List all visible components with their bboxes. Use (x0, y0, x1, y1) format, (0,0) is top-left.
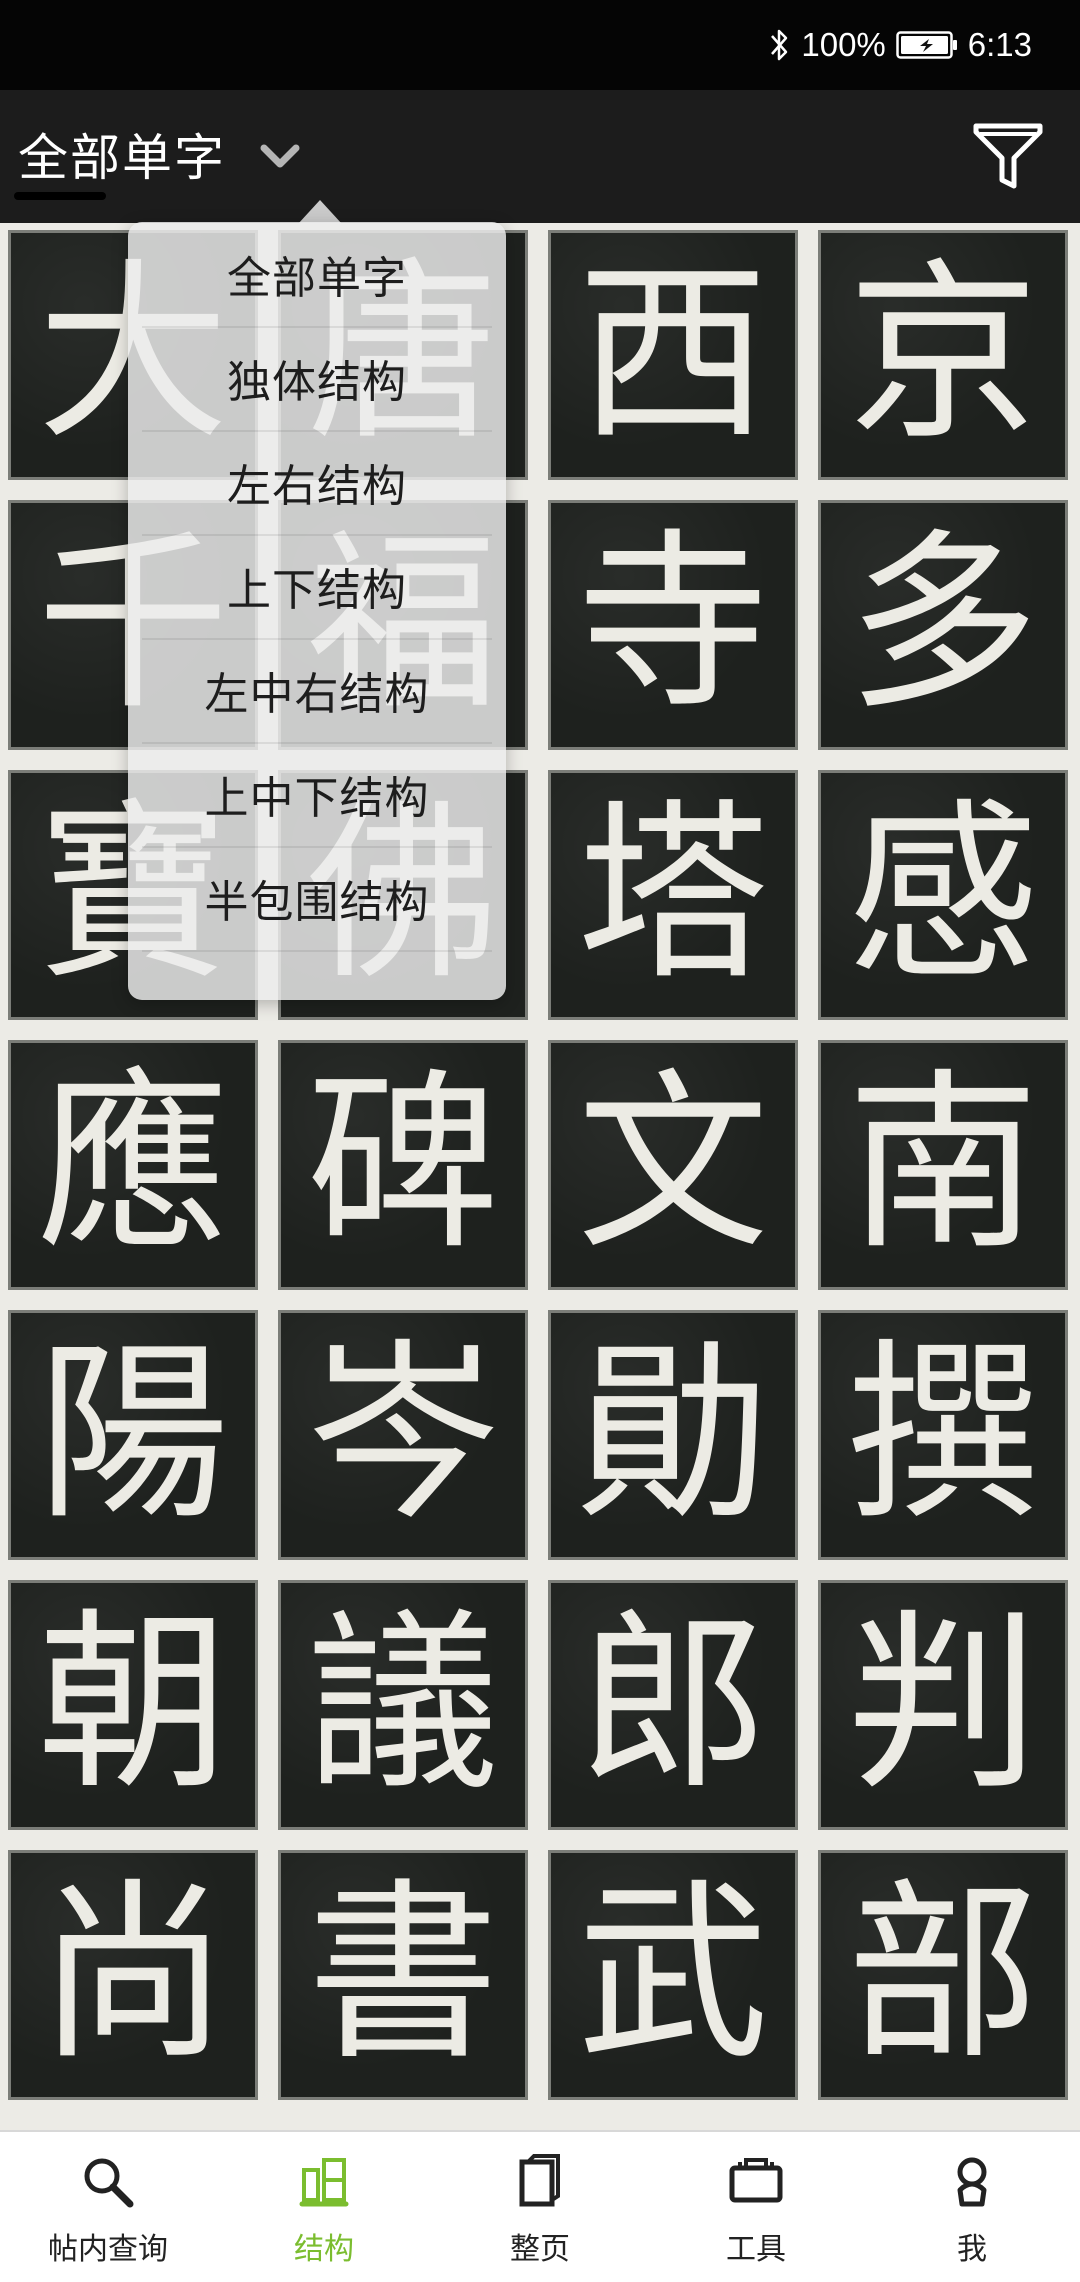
nav-item-search[interactable]: 帖内查询 (0, 2132, 216, 2282)
chevron-down-icon[interactable] (258, 134, 302, 178)
character-tile[interactable]: 多 (818, 500, 1068, 750)
clock: 6:13 (967, 26, 1032, 63)
nav-item-tools[interactable]: 工具 (648, 2132, 864, 2282)
character-tile[interactable]: 南 (818, 1040, 1068, 1290)
toolbox-icon (729, 2158, 783, 2203)
character-tile[interactable]: 朝 (8, 1580, 258, 1830)
character-tile[interactable]: 寺 (548, 500, 798, 750)
menu-divider (142, 950, 492, 952)
character-tile[interactable]: 京 (818, 230, 1068, 480)
structure-icon (299, 2158, 349, 2207)
battery-percent: 100% (801, 26, 886, 63)
dropdown-item[interactable]: 半包围结构 (142, 846, 492, 950)
status-bar: 100% 6:13 (0, 0, 1080, 90)
nav-label-search: 帖内查询 (48, 2232, 168, 2267)
nav-label-structure: 结构 (294, 2232, 354, 2267)
character-tile[interactable]: 尚 (8, 1850, 258, 2100)
page-title[interactable]: 全部单字 (18, 118, 226, 190)
character-tile[interactable]: 撰 (818, 1310, 1068, 1560)
battery-charging-icon (896, 31, 957, 59)
structure-dropdown: 全部单字 独体结构 左右结构 上下结构 左中右结构 上中下结构 半包围结构 (128, 222, 506, 1000)
dropdown-arrow (298, 200, 342, 224)
character-tile[interactable]: 感 (818, 770, 1068, 1020)
top-bar: 全部单字 (0, 90, 1080, 223)
dropdown-item[interactable]: 左中右结构 (142, 638, 492, 742)
dropdown-item[interactable]: 上中下结构 (142, 742, 492, 846)
character-tile[interactable]: 郎 (548, 1580, 798, 1830)
nav-label-me: 我 (957, 2232, 987, 2267)
search-icon (84, 2158, 134, 2208)
character-tile[interactable]: 勛 (548, 1310, 798, 1560)
character-tile[interactable]: 岑 (278, 1310, 528, 1560)
character-tile[interactable]: 議 (278, 1580, 528, 1830)
nav-label-tools: 工具 (726, 2232, 786, 2267)
character-tile[interactable]: 武 (548, 1850, 798, 2100)
bluetooth-icon (771, 29, 788, 61)
character-tile[interactable]: 判 (818, 1580, 1068, 1830)
character-tile[interactable]: 塔 (548, 770, 798, 1020)
page-icon (519, 2154, 560, 2207)
dropdown-item[interactable]: 独体结构 (142, 326, 492, 430)
dropdown-item[interactable]: 上下结构 (142, 534, 492, 638)
nav-label-page: 整页 (510, 2232, 570, 2267)
title-underline (14, 192, 106, 200)
dropdown-item[interactable]: 左右结构 (142, 430, 492, 534)
character-tile[interactable]: 陽 (8, 1310, 258, 1560)
character-tile[interactable]: 應 (8, 1040, 258, 1290)
character-tile[interactable]: 文 (548, 1040, 798, 1290)
nav-item-me[interactable]: 我 (864, 2132, 1080, 2282)
profile-icon (957, 2157, 987, 2207)
character-tile[interactable]: 書 (278, 1850, 528, 2100)
dropdown-item[interactable]: 全部单字 (142, 222, 492, 326)
character-tile[interactable]: 西 (548, 230, 798, 480)
bottom-nav: 帖内查询 结构 整页 工具 我 (0, 2130, 1080, 2282)
character-tile[interactable]: 部 (818, 1850, 1068, 2100)
character-tile[interactable]: 碑 (278, 1040, 528, 1290)
nav-item-page[interactable]: 整页 (432, 2132, 648, 2282)
nav-item-structure[interactable]: 结构 (216, 2132, 432, 2282)
status-indicators: 100% 6:13 (769, 22, 1032, 68)
filter-icon[interactable] (972, 122, 1044, 192)
